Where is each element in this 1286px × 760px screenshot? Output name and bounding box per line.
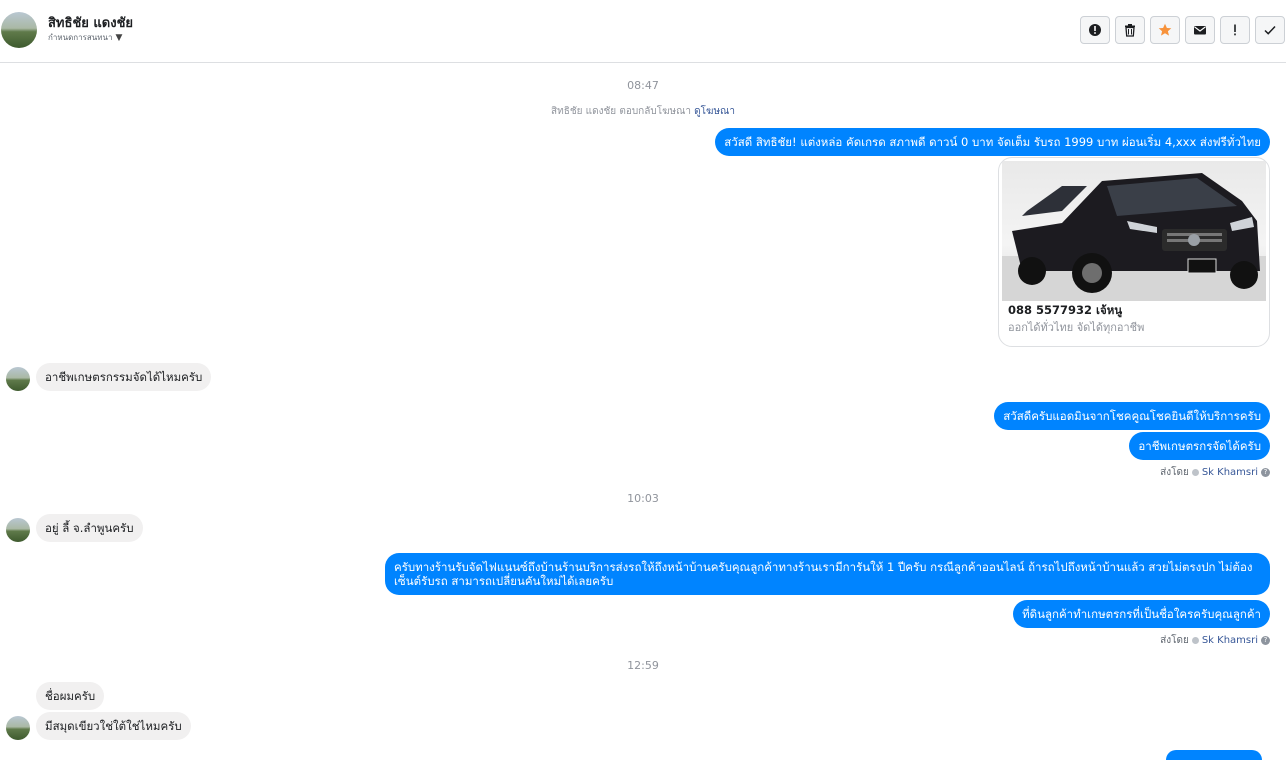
spam-button[interactable]	[1080, 16, 1110, 44]
contact-avatar-small	[6, 518, 30, 542]
schedule-dropdown[interactable]: กำหนดการสนทนา ▼	[48, 31, 122, 44]
timestamp: 08:47	[627, 79, 659, 92]
message-outgoing: สวัสดี สิทธิชัย! แต่งหล่อ คัดเกรด สภาพดี…	[715, 128, 1270, 156]
contact-avatar-small	[6, 367, 30, 391]
exclamation-icon	[1234, 24, 1236, 36]
contact-avatar[interactable]	[1, 12, 37, 48]
checkmark-icon	[1264, 25, 1276, 35]
done-button[interactable]	[1255, 16, 1285, 44]
message-incoming: ชื่อผมครับ	[36, 682, 105, 710]
page-dot-icon	[1191, 637, 1199, 644]
page-dot-icon	[1191, 469, 1199, 476]
star-button[interactable]	[1150, 16, 1180, 44]
mark-unread-button[interactable]	[1185, 16, 1215, 44]
sent-by-user[interactable]: Sk Khamsri	[1202, 635, 1258, 646]
ad-reply-note: สิทธิชัย แดงชัย ตอบกลับโฆษณา ดูโฆษณา	[0, 104, 1286, 119]
caret-down-icon: ▼	[115, 32, 123, 43]
message-incoming: อาชีพเกษตรกรรมจัดได้ไหมครับ	[36, 363, 212, 391]
view-ad-link[interactable]: ดูโฆษณา	[694, 106, 735, 117]
schedule-label: กำหนดการสนทนา	[48, 33, 113, 42]
ad-card-subtitle: ออกได้ทั่วไทย จัดได้ทุกอาชีพ	[1008, 321, 1145, 334]
delete-button[interactable]	[1115, 16, 1145, 44]
sent-by-label: ส่งโดย Sk Khamsri ?	[1160, 633, 1270, 648]
conversation-header: สิทธิชัย แดงชัย กำหนดการสนทนา ▼	[0, 0, 1286, 63]
sent-by-label: ส่งโดย Sk Khamsri ?	[1160, 465, 1270, 480]
envelope-icon	[1194, 26, 1206, 35]
trash-icon	[1125, 24, 1135, 37]
star-icon	[1158, 23, 1172, 36]
message-incoming: อยู่ ลี้ จ.ลำพูนครับ	[36, 514, 143, 542]
partial-button[interactable]	[1166, 750, 1262, 760]
ad-card[interactable]: 088 5577932 เจ้หนู ออกได้ทั่วไทย จัดได้ท…	[998, 157, 1270, 347]
message-outgoing: สวัสดีครับแอดมินจากโชคคูณโชคยินดีให้บริก…	[994, 402, 1270, 430]
ad-reply-text: สิทธิชัย แดงชัย ตอบกลับโฆษณา	[551, 106, 691, 117]
truck-image	[1002, 161, 1266, 301]
timestamp: 10:03	[627, 492, 659, 505]
message-outgoing: อาชีพเกษตรกรจัดได้ครับ	[1129, 432, 1270, 460]
message-outgoing: ที่ดินลูกค้าทำเกษตรกรที่เป็นชื่อใครครับค…	[1013, 600, 1270, 628]
help-icon[interactable]: ?	[1261, 636, 1270, 645]
alert-circle-icon	[1089, 24, 1101, 36]
sent-by-prefix: ส่งโดย	[1160, 635, 1189, 646]
header-actions	[1080, 16, 1285, 44]
message-outgoing: ครับทางร้านรับจัดไฟแนนซ์ถึงบ้านร้านบริกา…	[385, 553, 1270, 595]
truck-illustration	[1002, 173, 1266, 301]
important-button[interactable]	[1220, 16, 1250, 44]
contact-name[interactable]: สิทธิชัย แดงชัย	[48, 12, 133, 33]
sent-by-user[interactable]: Sk Khamsri	[1202, 467, 1258, 478]
contact-avatar-small	[6, 716, 30, 740]
sent-by-prefix: ส่งโดย	[1160, 467, 1189, 478]
help-icon[interactable]: ?	[1261, 468, 1270, 477]
timestamp: 12:59	[627, 659, 659, 672]
message-incoming: มีสมุดเขียวใช่ใต้ใช่ไหมครับ	[36, 712, 191, 740]
